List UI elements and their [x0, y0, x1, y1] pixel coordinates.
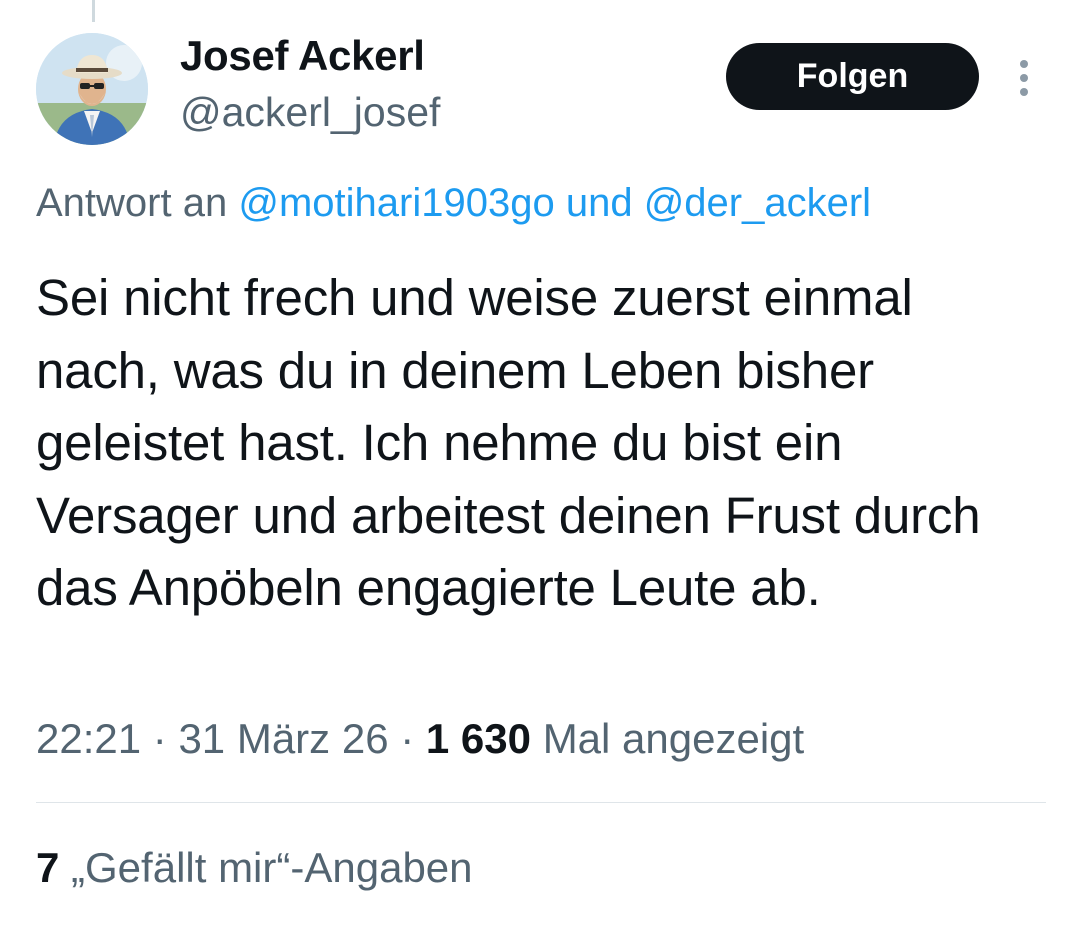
meta-separator: · — [152, 715, 167, 762]
likes-stat[interactable]: 7 „Gefällt mir“-Angaben — [36, 842, 473, 894]
reply-mention-link[interactable]: @motihari1903go — [238, 181, 554, 225]
views-count: 1 630 — [425, 715, 532, 762]
follow-button[interactable]: Folgen — [726, 43, 979, 110]
author-avatar[interactable] — [36, 33, 148, 145]
profile-photo-icon — [36, 33, 148, 145]
views-label: Mal angezeigt — [542, 715, 805, 762]
likes-label: „Gefällt mir“-Angaben — [71, 844, 473, 891]
author-display-name[interactable]: Josef Ackerl — [180, 30, 425, 82]
tweet-text: Sei nicht frech und weise zuerst einmal … — [36, 269, 981, 616]
tweet-time[interactable]: 22:21 — [36, 715, 141, 762]
reply-conjunction[interactable]: und — [566, 181, 633, 225]
divider — [36, 802, 1046, 803]
thread-connector-line — [92, 0, 95, 22]
reply-prefix: Antwort an — [36, 181, 228, 225]
reply-context: Antwort an @motihari1903go und @der_acke… — [36, 178, 871, 228]
reply-mention-link[interactable]: @der_ackerl — [644, 181, 871, 225]
more-options-icon[interactable] — [1010, 56, 1038, 100]
likes-count: 7 — [36, 844, 60, 891]
meta-separator: · — [400, 715, 415, 762]
author-handle[interactable]: @ackerl_josef — [180, 87, 440, 137]
tweet-meta: 22:21 · 31 März 26 · 1 630 Mal angezeigt — [36, 713, 804, 765]
tweet-date[interactable]: 31 März 26 — [178, 715, 388, 762]
